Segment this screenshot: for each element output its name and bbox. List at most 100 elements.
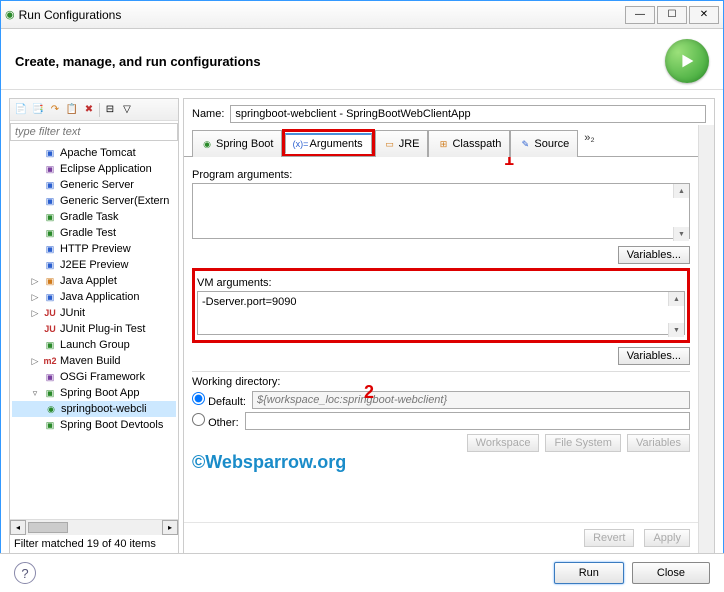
collapse-icon[interactable]: ⊟ [103, 103, 117, 117]
tree-item-label: Java Application [60, 291, 140, 303]
tree-item[interactable]: JUJUnit Plug-in Test [12, 321, 176, 337]
name-input[interactable] [230, 105, 706, 123]
program-args-label: Program arguments: [192, 169, 690, 181]
tree-item[interactable]: ▣Generic Server [12, 177, 176, 193]
callout-1: 1 [504, 157, 514, 170]
window-buttons: — ☐ ✕ [625, 6, 719, 24]
tab-label: Classpath [452, 138, 501, 150]
revert-apply-row: Revert Apply [184, 522, 714, 553]
wd-default-value [252, 391, 690, 409]
wd-other-radio[interactable]: Other: [192, 413, 239, 429]
filter-input[interactable] [10, 123, 178, 141]
close-window-button[interactable]: ✕ [689, 6, 719, 24]
left-toolbar: 📄 📑 ↷ 📋 ✖ ⊟ ▽ [10, 99, 178, 121]
vm-args-label: VM arguments: [197, 277, 685, 289]
tree-item-label: springboot-webcli [61, 403, 147, 415]
duplicate-icon[interactable]: 📑 [31, 103, 45, 117]
textarea-spinner[interactable]: ▲▼ [673, 184, 689, 241]
variables-button[interactable]: Variables [627, 434, 690, 452]
filter-status: Filter matched 19 of 40 items [10, 535, 178, 553]
spring-icon: ◉ [44, 402, 58, 416]
help-button[interactable]: ? [14, 562, 36, 584]
tree-item[interactable]: ▷▣Java Application [12, 289, 176, 305]
gradle-icon: ▣ [43, 226, 57, 240]
tree-item-label: Gradle Task [60, 211, 119, 223]
spring-icon: ▣ [43, 386, 57, 400]
cp-icon: ⊞ [437, 138, 449, 150]
tree-item-label: JUnit Plug-in Test [60, 323, 145, 335]
eclipse-icon: ▣ [43, 162, 57, 176]
server-icon: ▣ [43, 194, 57, 208]
tab-spring-boot[interactable]: ◉Spring Boot [192, 130, 282, 157]
server-icon: ▣ [43, 178, 57, 192]
minimize-button[interactable]: — [625, 6, 655, 24]
tabs: ◉Spring Boot(x)=Arguments▭JRE⊞Classpath✎… [184, 129, 714, 157]
tree-item[interactable]: ▣Spring Boot Devtools [12, 417, 176, 433]
horizontal-scrollbar[interactable]: ◂▸ [10, 519, 178, 535]
java-icon: ▣ [43, 274, 57, 288]
j2ee-icon: ▣ [43, 258, 57, 272]
run-icon-large [665, 39, 709, 83]
filter-icon[interactable]: ▽ [120, 103, 134, 117]
working-dir-label: Working directory: [192, 376, 690, 388]
program-args-textarea[interactable] [192, 183, 690, 239]
vm-variables-button[interactable]: Variables... [618, 347, 690, 365]
tree-item-label: J2EE Preview [60, 259, 128, 271]
tree-item[interactable]: ▣HTTP Preview [12, 241, 176, 257]
tab-arguments[interactable]: (x)=Arguments [285, 133, 371, 154]
tree-item[interactable]: ▿▣Spring Boot App [12, 385, 176, 401]
window-title: Run Configurations [15, 8, 625, 22]
page-heading: Create, manage, and run configurations [15, 54, 665, 69]
tree-item-label: OSGi Framework [60, 371, 145, 383]
tab-label: Spring Boot [216, 138, 273, 150]
tree-item-label: Maven Build [60, 355, 121, 367]
jre-icon: ▭ [384, 138, 396, 150]
vertical-scrollbar[interactable] [698, 125, 714, 553]
tree-item[interactable]: ▷m2Maven Build [12, 353, 176, 369]
junit-icon: JU [43, 322, 57, 336]
textarea-spinner[interactable]: ▲▼ [668, 292, 684, 337]
close-button[interactable]: Close [632, 562, 710, 584]
tree-item-label: HTTP Preview [60, 243, 131, 255]
wd-default-radio[interactable]: Default: [192, 392, 246, 408]
tree-item[interactable]: ▣Launch Group [12, 337, 176, 353]
delete-icon[interactable]: ✖ [82, 103, 96, 117]
spring-icon: ◉ [201, 138, 213, 150]
tree-item-label: Apache Tomcat [60, 147, 136, 159]
tree-item[interactable]: ▣Generic Server(Extern [12, 193, 176, 209]
junit-icon: JU [43, 306, 57, 320]
tree-item[interactable]: ▣Apache Tomcat [12, 145, 176, 161]
file-system-button[interactable]: File System [545, 434, 620, 452]
tree-item-label: Generic Server(Extern [60, 195, 169, 207]
wd-other-value[interactable] [245, 412, 690, 430]
group-icon: ▣ [43, 338, 57, 352]
tab-label: Arguments [309, 138, 362, 150]
tree-item[interactable]: ▣J2EE Preview [12, 257, 176, 273]
tree-item[interactable]: ◉springboot-webcli [12, 401, 176, 417]
java-icon: ▣ [43, 290, 57, 304]
maximize-button[interactable]: ☐ [657, 6, 687, 24]
tree-item[interactable]: ▷JUJUnit [12, 305, 176, 321]
tab-source[interactable]: ✎Source [510, 130, 578, 157]
server-icon: ▣ [43, 146, 57, 160]
vm-args-textarea[interactable]: -Dserver.port=9090 [197, 291, 685, 335]
tree-item[interactable]: ▣Eclipse Application [12, 161, 176, 177]
callout-2: 2 [364, 382, 374, 403]
tree-item[interactable]: ▣OSGi Framework [12, 369, 176, 385]
tree-item[interactable]: ▣Gradle Test [12, 225, 176, 241]
run-button[interactable]: Run [554, 562, 624, 584]
export-icon[interactable]: ↷ [48, 103, 62, 117]
tree-item[interactable]: ▷▣Java Applet [12, 273, 176, 289]
name-row: Name: [184, 99, 714, 129]
new-config-icon[interactable]: 📄 [14, 103, 28, 117]
revert-button[interactable]: Revert [584, 529, 634, 547]
copy-icon[interactable]: 📋 [65, 103, 79, 117]
tabs-more[interactable]: »₂ [578, 129, 600, 156]
apply-button[interactable]: Apply [644, 529, 690, 547]
config-tree[interactable]: ▣Apache Tomcat▣Eclipse Application▣Gener… [10, 143, 178, 519]
tab-jre[interactable]: ▭JRE [375, 130, 429, 157]
workspace-button[interactable]: Workspace [467, 434, 540, 452]
program-variables-button[interactable]: Variables... [618, 246, 690, 264]
tab-classpath[interactable]: ⊞Classpath [428, 130, 510, 157]
tree-item[interactable]: ▣Gradle Task [12, 209, 176, 225]
